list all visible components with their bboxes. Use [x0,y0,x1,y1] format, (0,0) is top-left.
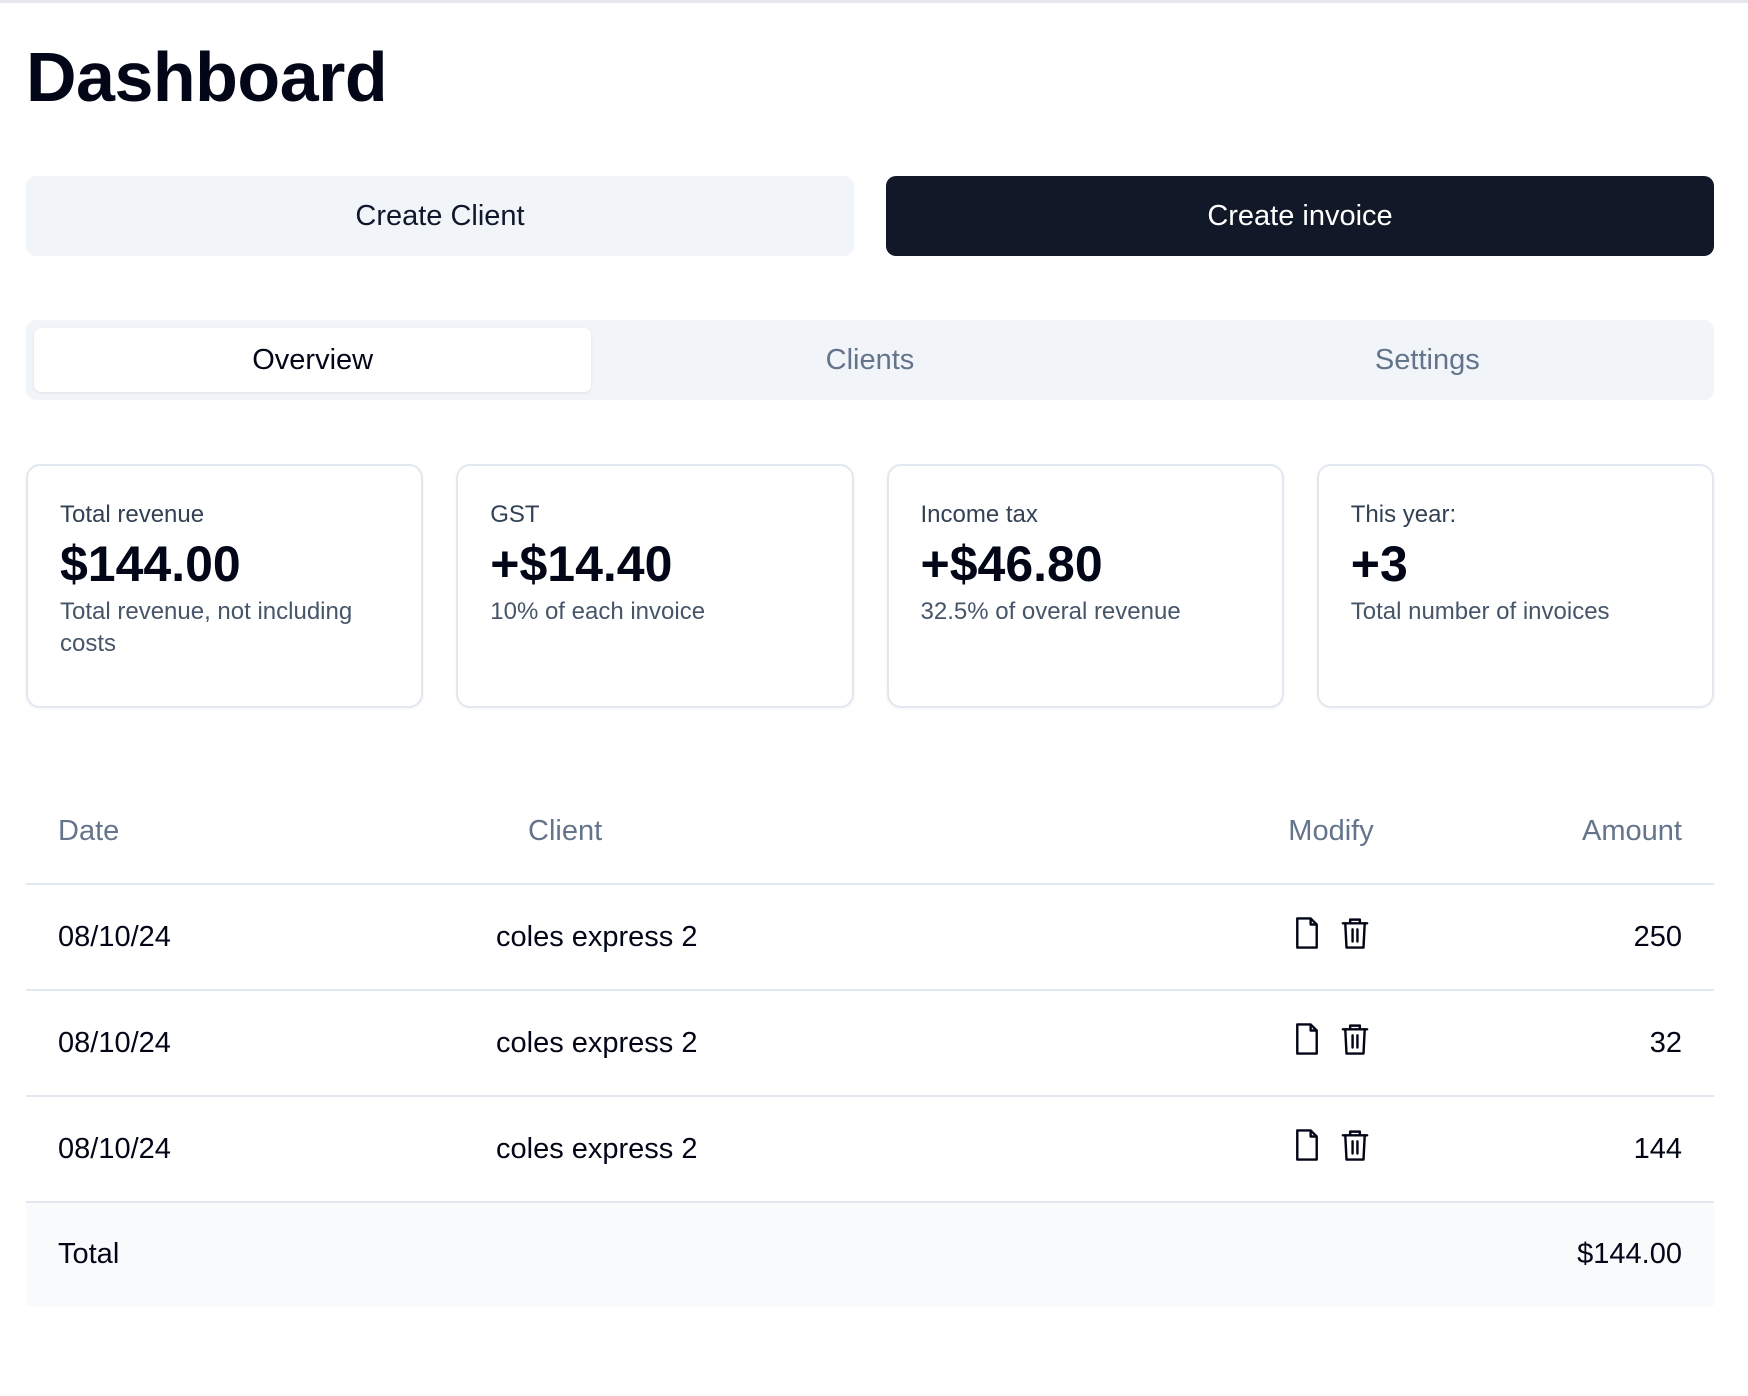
card-value: +$14.40 [490,536,673,592]
row-client: coles express 2 [496,990,816,1097]
create-invoice-button[interactable]: Create invoice [886,176,1714,256]
trash-icon[interactable] [1340,1128,1370,1162]
footer-empty [496,1202,816,1306]
row-amount: 32 [1406,990,1714,1097]
tab-settings[interactable]: Settings [1149,328,1706,392]
invoices-table: Date Client Modify Amount 08/10/24 coles… [26,780,1714,1306]
column-header-amount: Amount [1406,780,1714,885]
income-tax-card: Income tax +$46.80 32.5% of overal reven… [886,464,1284,708]
footer-total-label: Total [26,1202,496,1306]
tab-overview[interactable]: Overview [34,328,592,392]
table-header-row: Date Client Modify Amount [26,780,1714,885]
file-icon[interactable] [1292,1022,1322,1056]
column-header-date: Date [26,780,496,885]
column-header-modify: Modify [1256,780,1406,885]
card-value: +$46.80 [920,536,1103,592]
card-label: This year: [1350,501,1457,528]
row-amount: 250 [1406,884,1714,991]
footer-empty [1256,1202,1406,1306]
row-spacer [816,884,1256,991]
tab-clients[interactable]: Clients [591,328,1148,392]
card-description: Total revenue, not including costs [60,598,353,657]
total-revenue-card: Total revenue $144.00 Total revenue, not… [26,464,424,708]
footer-total-amount: $144.00 [1406,1202,1714,1306]
tab-list: Overview Clients Settings [26,320,1714,400]
card-label: GST [490,501,540,528]
page-title: Dashboard [26,38,388,116]
card-description: Total number of invoices [1350,598,1610,625]
table-row: 08/10/24 coles express 2 32 [26,990,1714,1097]
row-modify [1256,990,1406,1097]
table-row: 08/10/24 coles express 2 144 [26,1096,1714,1203]
row-date: 08/10/24 [26,884,496,991]
row-client: coles express 2 [496,1096,816,1203]
gst-card: GST +$14.40 10% of each invoice [456,464,854,708]
row-modify [1256,884,1406,991]
table-row: 08/10/24 coles express 2 250 [26,884,1714,991]
row-date: 08/10/24 [26,990,496,1097]
row-date: 08/10/24 [26,1096,496,1203]
row-amount: 144 [1406,1096,1714,1203]
column-spacer [816,780,1256,885]
stats-cards: Total revenue $144.00 Total revenue, not… [26,464,1714,708]
file-icon[interactable] [1292,1128,1322,1162]
invoice-count-card: This year: +3 Total number of invoices [1316,464,1714,708]
footer-empty [816,1202,1256,1306]
card-label: Income tax [920,501,1038,528]
card-description: 32.5% of overal revenue [920,598,1181,625]
row-modify [1256,1096,1406,1203]
table-footer-row: Total $144.00 [26,1202,1714,1306]
card-label: Total revenue [60,501,205,528]
card-description: 10% of each invoice [490,598,706,625]
trash-icon[interactable] [1340,916,1370,950]
file-icon[interactable] [1292,916,1322,950]
top-border [0,0,1748,3]
column-header-client: Client [496,780,816,885]
trash-icon[interactable] [1340,1022,1370,1056]
create-client-button[interactable]: Create Client [26,176,854,256]
row-client: coles express 2 [496,884,816,991]
card-value: +3 [1350,536,1408,592]
card-value: $144.00 [60,536,241,592]
row-spacer [816,1096,1256,1203]
row-spacer [816,990,1256,1097]
